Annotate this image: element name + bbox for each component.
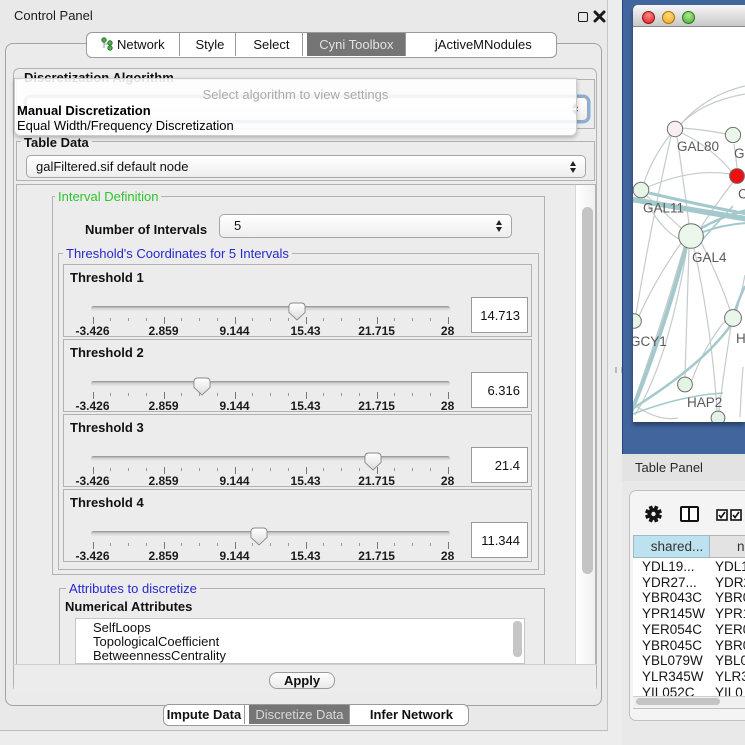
svg-text:GAL4: GAL4 bbox=[692, 250, 727, 265]
svg-text:GAL11: GAL11 bbox=[643, 201, 684, 216]
svg-text:GCY1: GCY1 bbox=[633, 334, 667, 349]
svg-text:C: C bbox=[738, 187, 745, 202]
svg-text:H: H bbox=[736, 331, 745, 346]
svg-text:HAP2: HAP2 bbox=[687, 395, 722, 410]
svg-text:G.: G. bbox=[734, 146, 745, 161]
svg-text:GAL80: GAL80 bbox=[677, 139, 719, 154]
